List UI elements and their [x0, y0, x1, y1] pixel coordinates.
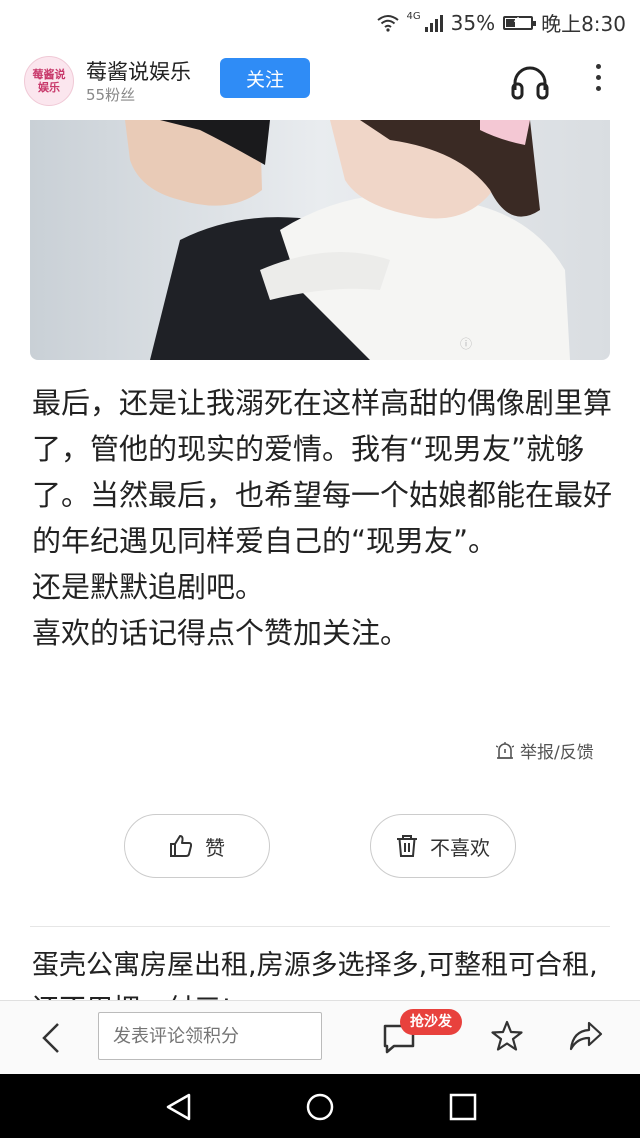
- report-label: 举报/反馈: [520, 743, 594, 763]
- article-paragraph: 喜欢的话记得点个赞加关注。: [32, 616, 410, 650]
- fans-count: 55粉丝: [86, 86, 136, 104]
- like-button[interactable]: 赞: [124, 814, 270, 878]
- signal-icon: [424, 14, 443, 32]
- like-label: 赞: [205, 835, 225, 860]
- back-arrow-icon[interactable]: [36, 1021, 66, 1055]
- svg-text:ⓘ: ⓘ: [460, 337, 472, 351]
- avatar-text: 莓酱说娱乐: [32, 68, 66, 94]
- status-bar: 4G 35% + 晚上8:30: [0, 0, 640, 42]
- wifi-icon: [376, 14, 399, 32]
- comment-input[interactable]: [98, 1012, 322, 1060]
- author-avatar[interactable]: 莓酱说娱乐: [24, 56, 74, 106]
- article-paragraph: 最后，还是让我溺死在这样高甜的偶像剧里算了，管他的现实的爱情。我有“现男友”就够…: [32, 386, 613, 558]
- article-image: ⓘ: [30, 120, 610, 360]
- report-icon: [496, 741, 514, 759]
- article-header: 莓酱说娱乐 莓酱说娱乐 55粉丝 关注: [0, 42, 640, 120]
- network-type: 4G: [406, 11, 421, 22]
- more-icon[interactable]: [590, 64, 606, 98]
- nav-recent-apps-icon[interactable]: [449, 1093, 477, 1121]
- headphone-icon[interactable]: [510, 64, 550, 100]
- dislike-button[interactable]: 不喜欢: [370, 814, 516, 878]
- divider: [30, 926, 610, 927]
- sofa-badge[interactable]: 抢沙发: [400, 1009, 462, 1035]
- article-body: 最后，还是让我溺死在这样高甜的偶像剧里算了，管他的现实的爱情。我有“现男友”就够…: [32, 380, 612, 656]
- nav-back-icon[interactable]: [164, 1092, 194, 1122]
- thumbs-up-icon: [170, 835, 193, 857]
- report-link[interactable]: 举报/反馈: [496, 738, 594, 763]
- ad-title: 蛋壳公寓房屋出租,房源多选择多,可整租可合租,还不用押一付三!: [32, 950, 598, 1000]
- article-paragraph: 还是默默追剧吧。: [32, 570, 265, 604]
- author-name[interactable]: 莓酱说娱乐: [86, 56, 191, 86]
- bottom-toolbar: 抢沙发: [0, 1000, 640, 1075]
- system-nav-bar: [0, 1074, 640, 1138]
- trash-icon: [397, 835, 417, 857]
- battery-icon: +: [503, 14, 537, 30]
- status-indicators: 4G 35% + 晚上8:30: [376, 8, 626, 37]
- dislike-label: 不喜欢: [430, 835, 490, 860]
- follow-button[interactable]: 关注: [220, 58, 310, 98]
- battery-percent: 35%: [450, 10, 496, 35]
- star-icon[interactable]: [490, 1019, 524, 1053]
- clock: 晚上8:30: [541, 12, 626, 36]
- nav-home-icon[interactable]: [305, 1092, 335, 1122]
- ad-item[interactable]: 蛋壳公寓房屋出租,房源多选择多,可整租可合租,还不用押一付三!: [32, 944, 612, 1000]
- share-icon[interactable]: [568, 1019, 604, 1053]
